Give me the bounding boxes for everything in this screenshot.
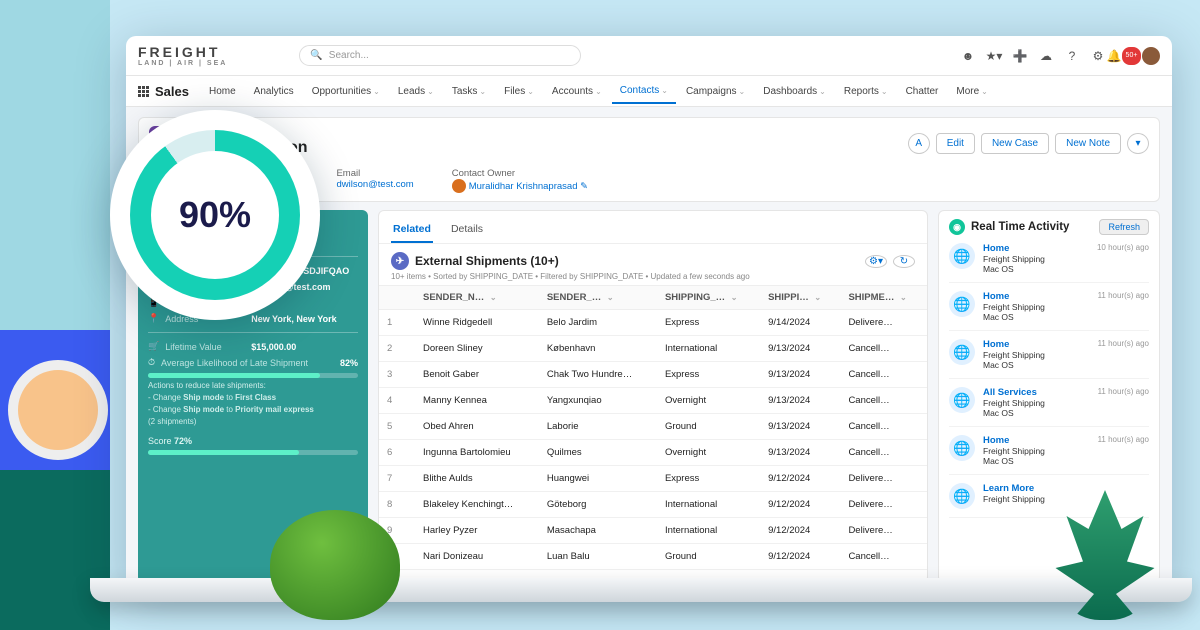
table-row[interactable]: 6Ingunna BartolomieuQuilmesOvernight9/13… bbox=[379, 440, 927, 466]
nav-tasks[interactable]: Tasks ⌄ bbox=[444, 79, 494, 104]
decorative-left bbox=[0, 0, 110, 630]
col-header[interactable]: SHIPME… ⌄ bbox=[840, 286, 927, 310]
global-search[interactable]: 🔍 Search... bbox=[299, 45, 581, 66]
table-row[interactable]: 7Blithe AuldsHuangweiExpress9/12/2024Del… bbox=[379, 466, 927, 492]
col-header[interactable]: SHIPPING_… ⌄ bbox=[657, 286, 760, 310]
app-window: FREIGHTLAND | AIR | SEA 🔍 Search... ☻ ★▾… bbox=[126, 36, 1172, 590]
smile-icon[interactable]: ☻ bbox=[960, 48, 976, 64]
list-title: External Shipments (10+) bbox=[415, 254, 559, 268]
list-meta: 10+ items • Sorted by SHIPPING_DATE • Fi… bbox=[391, 272, 915, 281]
plus-icon[interactable]: ➕ bbox=[1012, 48, 1028, 64]
user-avatar[interactable] bbox=[1142, 47, 1160, 65]
table-row[interactable]: 3Benoit GaberChak Two Hundre…Express9/13… bbox=[379, 362, 927, 388]
new-case-button[interactable]: New Case bbox=[981, 133, 1049, 154]
app-nav: Sales HomeAnalyticsOpportunities ⌄Leads … bbox=[126, 76, 1172, 107]
table-row[interactable]: 8Blakeley Kenchingt…GöteborgInternationa… bbox=[379, 492, 927, 518]
activity-item[interactable]: 🌐HomeFreight ShippingMac OS10 hour(s) ag… bbox=[949, 235, 1149, 283]
globe-icon: 🌐 bbox=[949, 483, 975, 509]
nav-contacts[interactable]: Contacts ⌄ bbox=[612, 79, 676, 104]
nav-leads[interactable]: Leads ⌄ bbox=[390, 79, 442, 104]
globe-icon: 🌐 bbox=[949, 387, 975, 413]
activity-refresh-button[interactable]: Refresh bbox=[1099, 219, 1149, 235]
globe-icon: 🌐 bbox=[949, 339, 975, 365]
col-header[interactable]: SENDER_… ⌄ bbox=[539, 286, 657, 310]
table-row[interactable]: 1Winne RidgedellBelo JardimExpress9/14/2… bbox=[379, 310, 927, 336]
more-actions-button[interactable]: ▾ bbox=[1127, 133, 1149, 154]
gear-icon[interactable]: ⚙ bbox=[1090, 48, 1106, 64]
nav-accounts[interactable]: Accounts ⌄ bbox=[544, 79, 610, 104]
nav-opportunities[interactable]: Opportunities ⌄ bbox=[304, 79, 388, 104]
new-note-button[interactable]: New Note bbox=[1055, 133, 1121, 154]
table-row[interactable]: 5Obed AhrenLaborieGround9/13/2024Cancell… bbox=[379, 414, 927, 440]
col-header[interactable]: SHIPPI… ⌄ bbox=[760, 286, 840, 310]
bush-decoration bbox=[270, 510, 400, 620]
owner-link[interactable]: Muralidhar Krishnaprasad ✎ bbox=[452, 181, 588, 192]
ai-button[interactable]: A bbox=[908, 133, 930, 154]
table-row[interactable]: 9Harley PyzerMasachapaInternational9/12/… bbox=[379, 518, 927, 544]
progress-value: 90% bbox=[151, 151, 279, 279]
table-row[interactable]: 10Nari DonizeauLuan BaluGround9/12/2024C… bbox=[379, 544, 927, 570]
edit-button[interactable]: Edit bbox=[936, 133, 975, 154]
progress-ring: 90% bbox=[110, 110, 320, 320]
activity-item[interactable]: 🌐HomeFreight ShippingMac OS11 hour(s) ag… bbox=[949, 331, 1149, 379]
shipments-table: SENDER_N… ⌄SENDER_… ⌄SHIPPING_… ⌄SHIPPI…… bbox=[379, 285, 927, 570]
search-icon: 🔍 bbox=[310, 50, 322, 61]
nav-reports[interactable]: Reports ⌄ bbox=[836, 79, 896, 104]
list-settings-button[interactable]: ⚙▾ bbox=[865, 255, 887, 268]
email-link[interactable]: dwilson@test.com bbox=[336, 179, 413, 190]
laptop-base bbox=[90, 578, 1192, 602]
search-placeholder: Search... bbox=[329, 50, 369, 61]
app-launcher[interactable]: Sales bbox=[138, 84, 189, 99]
brand-logo: FREIGHTLAND | AIR | SEA bbox=[138, 44, 227, 67]
globe-icon: 🌐 bbox=[949, 291, 975, 317]
globe-icon: 🌐 bbox=[949, 243, 975, 269]
nav-chatter[interactable]: Chatter bbox=[898, 79, 947, 104]
nav-more[interactable]: More ⌄ bbox=[948, 79, 996, 104]
table-row[interactable]: 2Doreen SlineyKøbenhavnInternational9/13… bbox=[379, 336, 927, 362]
topbar: FREIGHTLAND | AIR | SEA 🔍 Search... ☻ ★▾… bbox=[126, 36, 1172, 76]
activity-item[interactable]: 🌐Learn MoreFreight Shipping bbox=[949, 475, 1149, 518]
bell-icon[interactable]: 🔔50+ bbox=[1116, 48, 1132, 64]
einstein-avatar bbox=[8, 360, 108, 460]
star-icon[interactable]: ★▾ bbox=[986, 48, 1002, 64]
related-panel: Related Details ✈ External Shipments (10+… bbox=[378, 210, 928, 583]
nav-dashboards[interactable]: Dashboards ⌄ bbox=[755, 79, 834, 104]
col-header[interactable]: SENDER_N… ⌄ bbox=[415, 286, 539, 310]
header-tools: ☻ ★▾ ➕ ☁ ? ⚙ 🔔50+ bbox=[960, 47, 1160, 65]
shipments-icon: ✈ bbox=[391, 252, 409, 270]
table-row[interactable]: 4Manny KenneaYangxunqiaoOvernight9/13/20… bbox=[379, 388, 927, 414]
nav-home[interactable]: Home bbox=[201, 79, 244, 104]
list-refresh-button[interactable]: ↻ bbox=[893, 255, 915, 268]
nav-analytics[interactable]: Analytics bbox=[246, 79, 302, 104]
tab-related[interactable]: Related bbox=[391, 217, 433, 243]
activity-item[interactable]: 🌐All ServicesFreight ShippingMac OS11 ho… bbox=[949, 379, 1149, 427]
help-icon[interactable]: ? bbox=[1064, 48, 1080, 64]
globe-icon: 🌐 bbox=[949, 435, 975, 461]
activity-icon: ◉ bbox=[949, 219, 965, 235]
activity-item[interactable]: 🌐HomeFreight ShippingMac OS11 hour(s) ag… bbox=[949, 283, 1149, 331]
tab-details[interactable]: Details bbox=[449, 217, 485, 243]
activity-item[interactable]: 🌐HomeFreight ShippingMac OS11 hour(s) ag… bbox=[949, 427, 1149, 475]
cloud-icon[interactable]: ☁ bbox=[1038, 48, 1054, 64]
nav-files[interactable]: Files ⌄ bbox=[496, 79, 542, 104]
nav-campaigns[interactable]: Campaigns ⌄ bbox=[678, 79, 753, 104]
